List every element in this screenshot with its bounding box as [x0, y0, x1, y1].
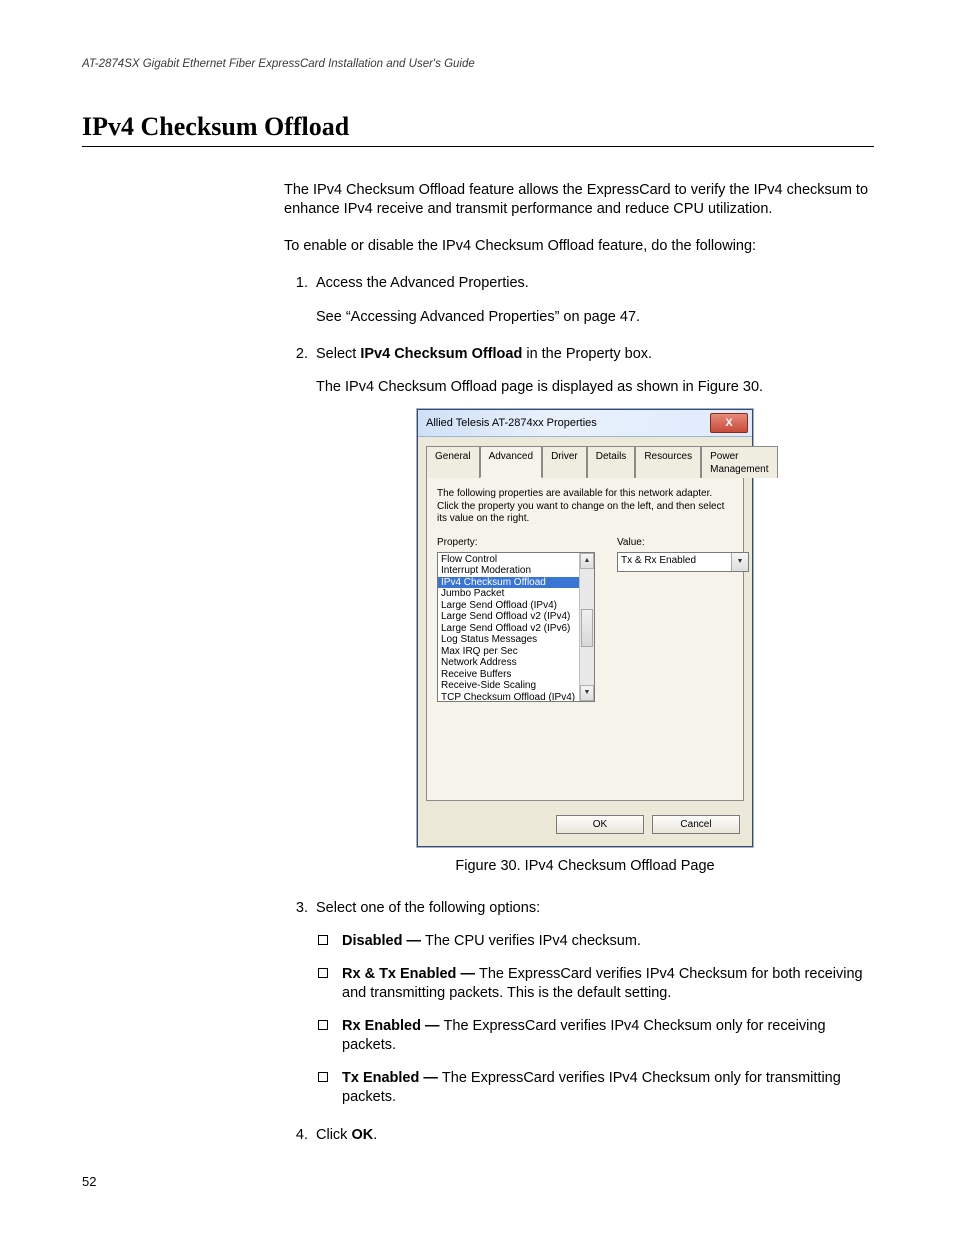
list-item[interactable]: Jumbo Packet — [438, 588, 579, 600]
option-label: Rx Enabled — — [342, 1018, 444, 1034]
list-item[interactable]: Large Send Offload v2 (IPv6) — [438, 623, 579, 635]
step-2-bold: IPv4 Checksum Offload — [360, 346, 522, 362]
value-combobox[interactable]: Tx & Rx Enabled ▼ — [617, 552, 749, 572]
cancel-button[interactable]: Cancel — [652, 815, 740, 834]
tab-power-management[interactable]: Power Management — [701, 446, 777, 478]
steps-list: Access the Advanced Properties. See “Acc… — [284, 274, 874, 1144]
step-4-bold: OK — [351, 1127, 373, 1143]
dialog-tabs: General Advanced Driver Details Resource… — [426, 445, 744, 477]
close-icon: X — [725, 416, 732, 431]
list-item[interactable]: Receive-Side Scaling — [438, 680, 579, 692]
dialog-instruction: The following properties are available f… — [437, 488, 733, 526]
tab-general[interactable]: General — [426, 446, 480, 478]
option-rx-tx-enabled: Rx & Tx Enabled — The ExpressCard verifi… — [316, 965, 874, 1003]
list-item[interactable]: Max IRQ per Sec — [438, 646, 579, 658]
option-desc: The CPU verifies IPv4 checksum. — [425, 933, 641, 949]
step-1-text: Access the Advanced Properties. — [316, 275, 529, 291]
step-1-note: See “Accessing Advanced Properties” on p… — [316, 308, 874, 327]
close-button[interactable]: X — [710, 413, 748, 433]
list-item[interactable]: Flow Control — [438, 554, 579, 566]
list-item[interactable]: Interrupt Moderation — [438, 565, 579, 577]
scroll-thumb[interactable] — [581, 609, 593, 647]
step-1: Access the Advanced Properties. See “Acc… — [312, 274, 874, 326]
page-number: 52 — [82, 1174, 96, 1189]
scroll-up-icon[interactable]: ▲ — [580, 553, 594, 569]
listbox-scrollbar[interactable]: ▲ ▼ — [579, 553, 594, 701]
step-3: Select one of the following options: Dis… — [312, 899, 874, 1108]
dialog-title: Allied Telesis AT-2874xx Properties — [426, 416, 597, 431]
title-rule — [82, 146, 874, 147]
tab-resources[interactable]: Resources — [635, 446, 701, 478]
list-item[interactable]: TCP Checksum Offload (IPv4) — [438, 692, 579, 702]
value-label: Value: — [617, 536, 749, 549]
list-item[interactable]: Receive Buffers — [438, 669, 579, 681]
option-rx-enabled: Rx Enabled — The ExpressCard verifies IP… — [316, 1017, 874, 1055]
list-item[interactable]: Large Send Offload (IPv4) — [438, 600, 579, 612]
step-2-text-c: in the Property box. — [522, 346, 652, 362]
option-label: Tx Enabled — — [342, 1070, 442, 1086]
dialog-titlebar: Allied Telesis AT-2874xx Properties X — [418, 410, 752, 437]
scroll-down-icon[interactable]: ▼ — [580, 685, 594, 701]
step-4-text-a: Click — [316, 1127, 351, 1143]
list-item[interactable]: Large Send Offload v2 (IPv4) — [438, 611, 579, 623]
tab-panel-advanced: The following properties are available f… — [426, 477, 744, 801]
tab-advanced[interactable]: Advanced — [480, 446, 542, 478]
step-4-text-c: . — [373, 1127, 377, 1143]
list-item[interactable]: Network Address — [438, 657, 579, 669]
intro-paragraph-2: To enable or disable the IPv4 Checksum O… — [284, 237, 874, 256]
step-2: Select IPv4 Checksum Offload in the Prop… — [312, 345, 874, 877]
list-item-selected[interactable]: IPv4 Checksum Offload — [438, 577, 579, 589]
options-list: Disabled — The CPU verifies IPv4 checksu… — [316, 932, 874, 1108]
value-selected: Tx & Rx Enabled — [618, 553, 731, 571]
figure-30: Allied Telesis AT-2874xx Properties X Ge… — [296, 409, 874, 848]
tab-driver[interactable]: Driver — [542, 446, 587, 478]
step-2-note: The IPv4 Checksum Offload page is displa… — [316, 378, 874, 397]
section-title: IPv4 Checksum Offload — [82, 112, 874, 142]
step-4: Click OK. — [312, 1126, 874, 1145]
option-label: Disabled — — [342, 933, 425, 949]
option-label: Rx & Tx Enabled — — [342, 966, 479, 982]
ok-button[interactable]: OK — [556, 815, 644, 834]
property-listbox[interactable]: Flow Control Interrupt Moderation IPv4 C… — [437, 552, 595, 702]
chevron-down-icon[interactable]: ▼ — [731, 553, 748, 571]
properties-dialog: Allied Telesis AT-2874xx Properties X Ge… — [417, 409, 753, 848]
property-label: Property: — [437, 536, 595, 549]
list-item[interactable]: Log Status Messages — [438, 634, 579, 646]
step-3-text: Select one of the following options: — [316, 900, 540, 916]
figure-caption: Figure 30. IPv4 Checksum Offload Page — [296, 857, 874, 876]
running-header: AT-2874SX Gigabit Ethernet Fiber Express… — [82, 58, 874, 70]
option-disabled: Disabled — The CPU verifies IPv4 checksu… — [316, 932, 874, 951]
option-tx-enabled: Tx Enabled — The ExpressCard verifies IP… — [316, 1069, 874, 1107]
intro-paragraph-1: The IPv4 Checksum Offload feature allows… — [284, 181, 874, 219]
tab-details[interactable]: Details — [587, 446, 636, 478]
step-2-text-a: Select — [316, 346, 360, 362]
